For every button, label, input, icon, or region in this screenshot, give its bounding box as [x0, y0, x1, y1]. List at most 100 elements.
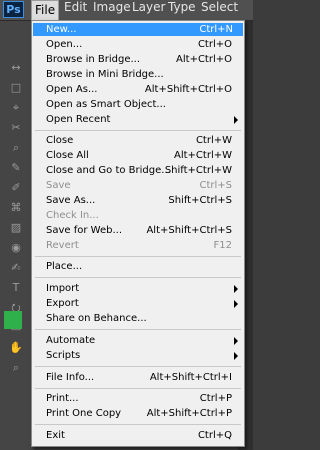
eraser-tool-icon[interactable]: ◉ — [6, 241, 26, 255]
menu-item-open[interactable]: Open... Ctrl+O — [46, 38, 242, 51]
menu-item-label: Close and Go to Bridge... — [46, 165, 171, 176]
menu-item-label: Scripts — [46, 350, 81, 361]
menu-separator — [35, 366, 241, 367]
menu-item-close-and-go-to-bridge[interactable]: Close and Go to Bridge... Shift+Ctrl+W — [46, 164, 242, 177]
menu-item-label: Close All — [46, 150, 89, 161]
menu-item-shortcut: Alt+Shift+Ctrl+S — [146, 225, 232, 236]
lasso-tool-icon[interactable]: ⌖ — [6, 101, 26, 115]
menu-item-scripts[interactable]: Scripts — [46, 349, 242, 362]
menu-item-label: File Info... — [46, 372, 95, 383]
menu-item-browse-in-mini-bridge[interactable]: Browse in Mini Bridge... — [46, 68, 242, 81]
submenu-arrow-icon — [234, 352, 238, 360]
menu-item-print[interactable]: Print... Ctrl+P — [46, 392, 242, 405]
menu-bar: Ps File Edit Image Layer Type Select — [0, 0, 253, 21]
menu-item-exit[interactable]: Exit Ctrl+Q — [46, 429, 242, 442]
crop-tool-icon[interactable]: ✂ — [6, 121, 26, 135]
foreground-color-swatch[interactable] — [4, 311, 22, 329]
menu-item-close-all[interactable]: Close All Alt+Ctrl+W — [46, 149, 242, 162]
menu-item-open-as-smart-object[interactable]: Open as Smart Object... — [46, 98, 242, 111]
menu-separator — [35, 277, 241, 278]
tools-panel: ↔ □ ⌖ ✂ ⌕ ✎ ✐ ⌘ ▨ ◉ ✍ T ⭮ ▭ ✋ ⌕ — [0, 21, 34, 450]
menu-type[interactable]: Type — [164, 0, 200, 20]
menu-item-open-as[interactable]: Open As... Alt+Shift+Ctrl+O — [46, 83, 242, 96]
menu-item-print-one-copy[interactable]: Print One Copy Alt+Shift+Ctrl+P — [46, 407, 242, 420]
menu-item-check-in[interactable]: Check In... — [46, 209, 242, 222]
menu-item-place[interactable]: Place... — [46, 260, 242, 273]
menu-item-label: Print One Copy — [46, 408, 122, 419]
file-menu-dropdown: New... Ctrl+N Open... Ctrl+O Browse in B… — [31, 20, 245, 447]
menu-item-shortcut: Alt+Shift+Ctrl+O — [144, 84, 232, 95]
menu-item-label: Save As... — [46, 195, 96, 206]
menu-item-save-for-web[interactable]: Save for Web... Alt+Shift+Ctrl+S — [46, 224, 242, 237]
menu-separator — [35, 388, 241, 389]
submenu-arrow-icon — [234, 300, 238, 308]
menu-item-export[interactable]: Export — [46, 297, 242, 310]
menu-item-label: Print... — [46, 393, 79, 404]
menu-separator — [35, 329, 241, 330]
menu-item-shortcut: Alt+Ctrl+O — [176, 54, 232, 65]
menu-item-shortcut: F12 — [213, 240, 232, 251]
menu-item-shortcut: Shift+Ctrl+S — [168, 195, 232, 206]
menu-item-label: Exit — [46, 430, 65, 441]
menu-separator — [35, 130, 241, 131]
stamp-tool-icon[interactable]: ⌘ — [6, 201, 26, 215]
submenu-arrow-icon — [234, 116, 238, 124]
menu-item-label: Check In... — [46, 210, 99, 221]
type-tool-icon[interactable]: T — [6, 281, 26, 295]
menu-item-shortcut: Ctrl+Q — [197, 430, 232, 441]
menu-item-automate[interactable]: Automate — [46, 334, 242, 347]
menu-item-label: Export — [46, 298, 79, 309]
menu-item-label: Browse in Mini Bridge... — [46, 69, 164, 80]
brush-tool-icon[interactable]: ✐ — [6, 181, 26, 195]
menu-item-label: Place... — [46, 261, 83, 272]
menu-item-share-on-behance[interactable]: Share on Behance... — [46, 312, 242, 325]
menu-item-save-as[interactable]: Save As... Shift+Ctrl+S — [46, 194, 242, 207]
menu-item-label: Open Recent — [46, 114, 111, 125]
menu-item-shortcut: Ctrl+O — [197, 39, 232, 50]
menu-separator — [35, 256, 241, 257]
menu-item-file-info[interactable]: File Info... Alt+Shift+Ctrl+I — [46, 371, 242, 384]
menu-item-browse-in-bridge[interactable]: Browse in Bridge... Alt+Ctrl+O — [46, 53, 242, 66]
healing-tool-icon[interactable]: ✎ — [6, 161, 26, 175]
menu-item-label: Open... — [46, 39, 83, 50]
menu-item-shortcut: Ctrl+P — [199, 393, 232, 404]
menu-item-label: Revert — [46, 240, 79, 251]
menu-separator — [35, 424, 241, 425]
menu-item-shortcut: Ctrl+N — [199, 24, 233, 35]
pen-tool-icon[interactable]: ✍ — [6, 261, 26, 275]
menu-item-label: Open As... — [46, 84, 98, 95]
menu-item-new[interactable]: New... Ctrl+N — [33, 23, 243, 36]
menu-item-label: Save for Web... — [46, 225, 122, 236]
menu-item-label: New... — [46, 24, 77, 35]
menu-select[interactable]: Select — [197, 0, 242, 20]
menu-item-label: Import — [46, 283, 80, 294]
menu-item-label: Open as Smart Object... — [46, 99, 166, 110]
submenu-arrow-icon — [234, 337, 238, 345]
menu-item-shortcut: Alt+Ctrl+W — [174, 150, 232, 161]
menu-item-shortcut: Shift+Ctrl+W — [164, 165, 232, 176]
menu-item-revert[interactable]: Revert F12 — [46, 239, 242, 252]
menu-item-close[interactable]: Close Ctrl+W — [46, 134, 242, 147]
menu-item-import[interactable]: Import — [46, 282, 242, 295]
menu-item-shortcut: Ctrl+S — [199, 180, 232, 191]
menu-item-shortcut: Ctrl+W — [195, 135, 232, 146]
menu-item-label: Close — [46, 135, 74, 146]
menu-file[interactable]: File — [31, 0, 60, 20]
menu-item-label: Browse in Bridge... — [46, 54, 141, 65]
submenu-arrow-icon — [234, 285, 238, 293]
menu-item-save[interactable]: Save Ctrl+S — [46, 179, 242, 192]
menu-item-label: Share on Behance... — [46, 313, 147, 324]
history-brush-tool-icon[interactable]: ▨ — [6, 221, 26, 235]
photoshop-logo: Ps — [3, 1, 24, 18]
hand-tool-icon[interactable]: ✋ — [6, 341, 26, 355]
eyedropper-tool-icon[interactable]: ⌕ — [6, 141, 26, 155]
menu-item-open-recent[interactable]: Open Recent — [46, 113, 242, 126]
move-tool-icon[interactable]: ↔ — [6, 61, 26, 75]
menu-item-label: Save — [46, 180, 71, 191]
marquee-tool-icon[interactable]: □ — [6, 81, 26, 95]
menu-item-shortcut: Alt+Shift+Ctrl+I — [149, 372, 232, 383]
zoom-tool-icon[interactable]: ⌕ — [6, 361, 26, 375]
menu-item-shortcut: Alt+Shift+Ctrl+P — [146, 408, 232, 419]
menu-edit[interactable]: Edit — [60, 0, 91, 20]
menu-item-label: Automate — [46, 335, 96, 346]
